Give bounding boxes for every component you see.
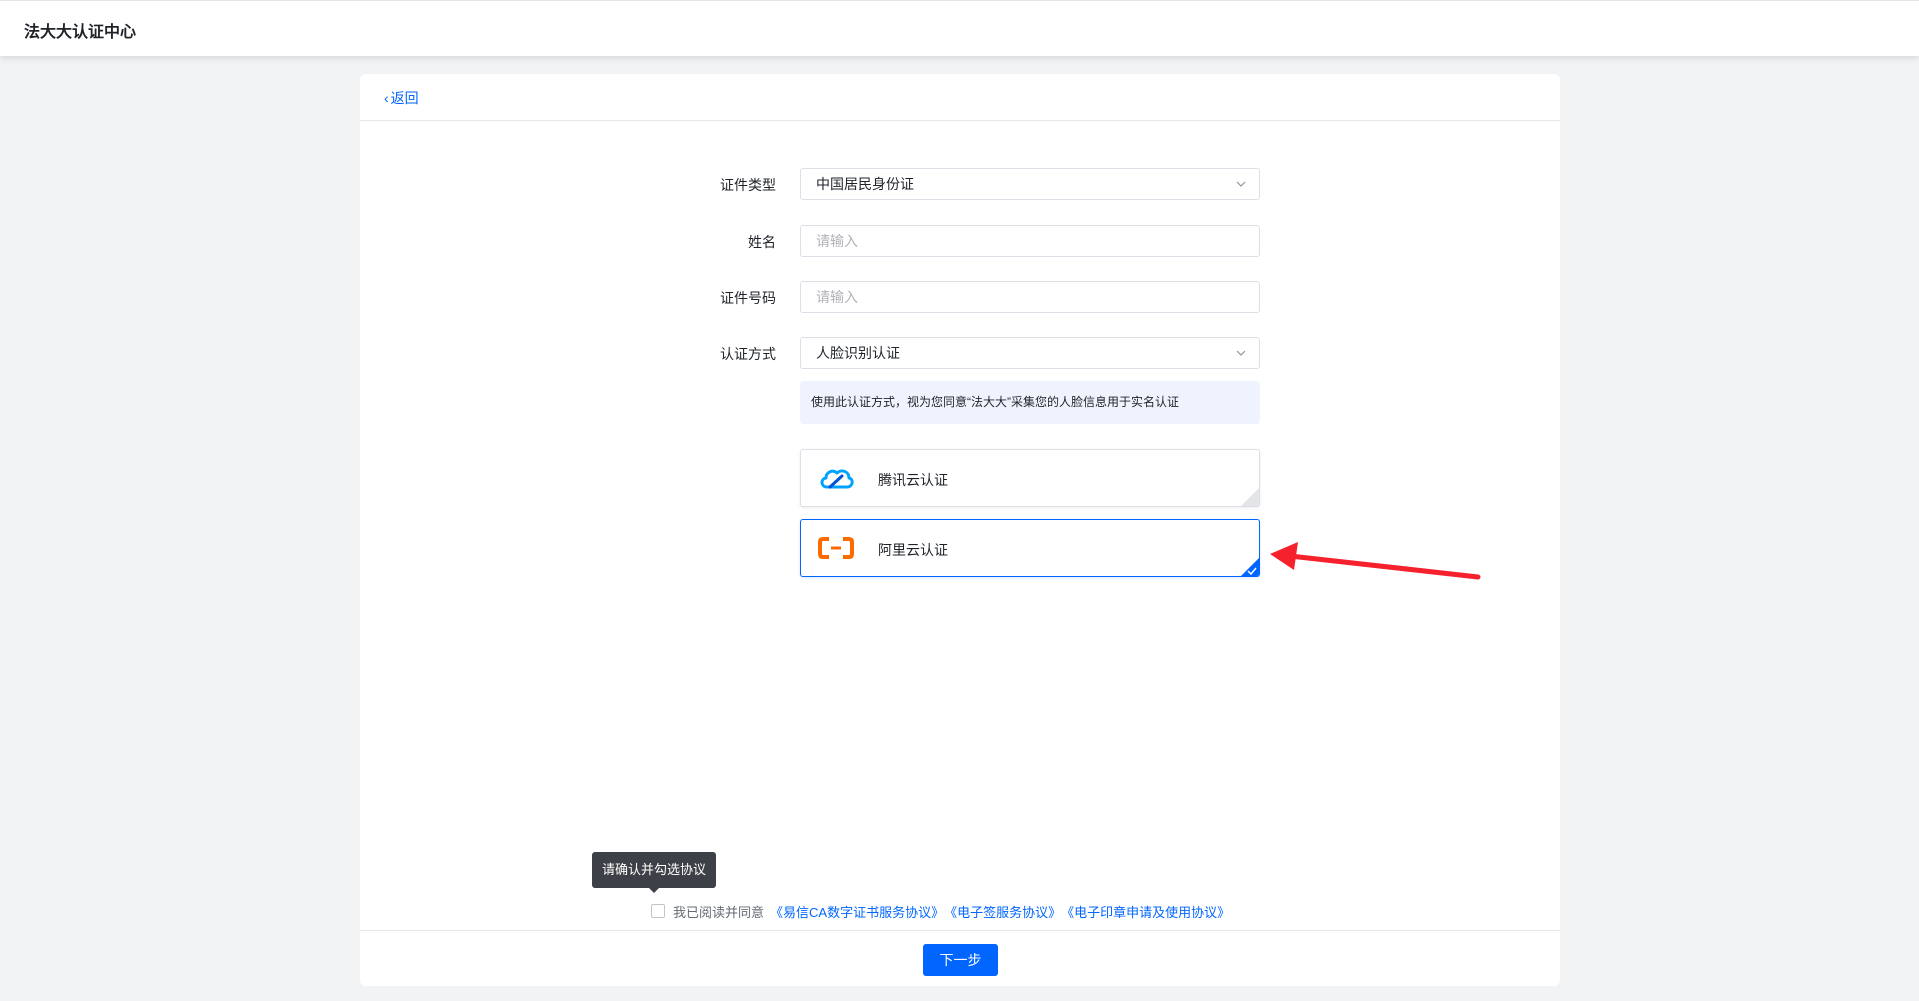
id-number-placeholder: 请输入 [816,289,858,305]
check-icon [1247,567,1257,575]
id-number-input[interactable]: 请输入 [800,281,1260,313]
name-input[interactable]: 请输入 [800,225,1260,257]
tencent-cloud-icon [820,469,854,489]
id-number-row: 证件号码 请输入 [360,281,1560,313]
agreement-tooltip: 请确认并勾选协议 [592,852,717,893]
top-bar: 法大大认证中心 [0,0,1919,56]
provider-name: 阿里云认证 [878,542,948,558]
aliyun-icon [818,537,854,559]
tooltip-pointer [649,888,659,893]
id-type-value: 中国居民身份证 [816,176,914,192]
name-placeholder: 请输入 [816,233,858,249]
card-header: ‹ 返回 [360,74,1560,121]
chevron-down-icon [1236,181,1246,187]
app-title: 法大大认证中心 [24,24,137,41]
agreement-link-ca[interactable]: 《易信CA数字证书服务协议》 [770,902,944,921]
chevron-left-icon: ‹ [384,90,389,106]
provider-aliyun[interactable]: 阿里云认证 [800,519,1260,577]
name-row: 姓名 请输入 [360,225,1560,257]
back-label: 返回 [390,90,419,106]
tooltip-text: 请确认并勾选协议 [602,862,707,877]
id-number-label: 证件号码 [720,290,776,306]
next-step-button[interactable]: 下一步 [923,944,998,976]
agreement-checkbox[interactable] [651,904,665,918]
provider-tencent-cloud[interactable]: 腾讯云认证 [800,449,1260,507]
provider-name: 腾讯云认证 [878,472,948,488]
chevron-down-icon [1236,350,1246,356]
auth-method-value: 人脸识别认证 [816,345,900,361]
agreement-link-esign[interactable]: 《电子签服务协议》 [944,902,1061,921]
back-link[interactable]: ‹ 返回 [384,88,419,108]
footer-divider [360,930,1560,931]
auth-method-row: 认证方式 人脸识别认证 [360,337,1560,369]
agreement-link-seal[interactable]: 《电子印章申请及使用协议》 [1061,902,1230,921]
id-type-select[interactable]: 中国居民身份证 [800,168,1260,200]
agreement-row: 我已阅读并同意 《易信CA数字证书服务协议》 《电子签服务协议》 《电子印章申请… [651,902,1230,920]
annotation-arrow-icon [1270,542,1481,580]
auth-notice: 使用此认证方式，视为您同意“法大大”采集您的人脸信息用于实名认证 [800,381,1260,424]
main-card: ‹ 返回 证件类型 中国居民身份证 姓名 请输入 证件号码 请输入 认证方式 人… [360,74,1560,986]
name-label: 姓名 [748,234,776,250]
auth-method-select[interactable]: 人脸识别认证 [800,337,1260,369]
agreement-prefix: 我已阅读并同意 [673,904,765,920]
id-type-row: 证件类型 中国居民身份证 [360,168,1560,200]
unselected-corner [1241,488,1259,506]
auth-method-label: 认证方式 [720,346,776,362]
id-type-label: 证件类型 [720,177,776,193]
